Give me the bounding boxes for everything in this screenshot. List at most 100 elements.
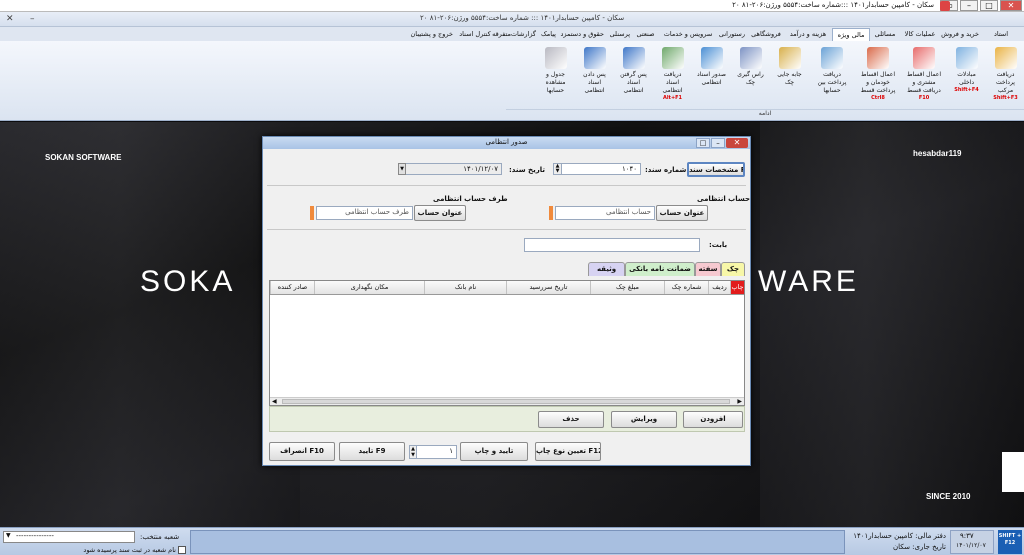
tab-note[interactable]: سفته	[695, 262, 721, 276]
scroll-left-icon[interactable]: ◀	[272, 398, 277, 405]
column-header-6[interactable]: مکان نگهداری	[314, 281, 424, 294]
ribbon-button-shortcut: Alt+F1	[662, 95, 683, 101]
separator	[267, 229, 746, 230]
scroll-thumb[interactable]	[282, 399, 730, 404]
scroll-right-icon[interactable]: ▶	[737, 398, 742, 405]
ribbon-button-icon	[583, 47, 606, 69]
account-field[interactable]: حساب انتظامی	[555, 206, 655, 220]
ribbon-button-icon	[661, 47, 684, 69]
tab-collateral[interactable]: وثیقه	[588, 262, 625, 276]
ribbon-button-icon	[739, 47, 762, 69]
ribbon-button-1[interactable]: مبادلات داخلی Shift+F4	[950, 44, 983, 106]
minimize-icon[interactable]: –	[711, 138, 725, 148]
since-label: SINCE 2010	[926, 492, 971, 501]
ribbon-button-2[interactable]: اعمال اقساط مشتری و دریافت قسط F10	[904, 44, 944, 106]
babat-label: بابت:	[709, 241, 728, 249]
ribbon-button-11[interactable]: جدول و مشاهده حسابها	[539, 44, 572, 106]
branch-checkbox[interactable]	[178, 546, 186, 554]
tab-0[interactable]: استاد	[982, 28, 1020, 41]
counter-account-button[interactable]: عنوان حساب	[414, 205, 466, 221]
ribbon-button-icon	[622, 47, 645, 69]
tab-15[interactable]: کنترل اسناد	[456, 28, 494, 41]
doc-number-field[interactable]: ۱۰۴۰	[553, 163, 641, 175]
maximize-icon[interactable]: □	[980, 0, 998, 11]
ribbon-button-10[interactable]: پس دادن اسناد انتظامی	[578, 44, 611, 106]
tab-12[interactable]: پیامک	[539, 28, 559, 41]
tab-8[interactable]: سرویس و خدمات	[658, 28, 718, 41]
add-button[interactable]: افزودن	[683, 411, 743, 428]
confirm-button[interactable]: تایید F9	[339, 442, 405, 461]
column-header-3[interactable]: مبلغ چک	[590, 281, 664, 294]
close-icon[interactable]: ✕	[1000, 0, 1022, 11]
column-header-2[interactable]: شماره چک	[664, 281, 708, 294]
tab-9[interactable]: صنعتی	[633, 28, 658, 41]
ribbon-button-8[interactable]: دریافت اسناد انتظامی Alt+F1	[656, 44, 689, 106]
tab-check[interactable]: چک	[721, 262, 745, 276]
column-header-7[interactable]: صادر کننده	[270, 281, 314, 294]
ribbon-button-6[interactable]: راس گیری چک	[734, 44, 767, 106]
ribbon-group-label: ادامه	[506, 109, 1024, 120]
tab-3[interactable]: مسائلی	[870, 28, 900, 41]
brand-big-right: WARE	[758, 265, 859, 298]
tab-bank-guarantee[interactable]: ضمانت نامه بانکی	[625, 262, 695, 276]
tab-4[interactable]: مالی ویژه	[832, 28, 870, 41]
ribbon-button-3[interactable]: اعمال اقساط خودمان و پرداخت قسط Ctrl8	[858, 44, 898, 106]
minimize-child-icon[interactable]: –	[30, 14, 35, 24]
delete-button[interactable]: حذف	[538, 411, 604, 428]
doc-number-stepper[interactable]: ▲ ▼	[553, 163, 562, 175]
ribbon-inner-title: سکان - کامپین حسابدار۱۴۰۱ ::: شماره ساخت…	[420, 14, 625, 22]
confirm-print-button[interactable]: تایید و چاپ	[460, 442, 528, 461]
edit-button[interactable]: ویرایش	[611, 411, 677, 428]
tab-5[interactable]: هزینه و درآمد	[784, 28, 832, 41]
close-child-icon[interactable]: ✕	[6, 14, 14, 24]
maximize-icon[interactable]: □	[696, 138, 710, 148]
column-header-0[interactable]: چاپ	[730, 281, 744, 294]
print-type-button[interactable]: تعیین نوع چاپ F12	[535, 442, 601, 461]
shift-key-badge[interactable]: SHIFT + F12	[998, 530, 1022, 554]
ribbon-button-label: پس گرفتن اسناد انتظامی	[620, 71, 647, 94]
tab-6[interactable]: فروشگاهی	[748, 28, 784, 41]
close-icon[interactable]: ✕	[726, 138, 748, 148]
copies-stepper[interactable]: ▲ ▼	[409, 445, 417, 459]
tab-2[interactable]: عملیات کالا	[900, 28, 940, 41]
column-header-4[interactable]: تاریخ سررسید	[506, 281, 590, 294]
column-header-1[interactable]: ردیف	[708, 281, 730, 294]
horizontal-scrollbar[interactable]: ◀ ▶	[270, 397, 744, 405]
ribbon-button-4[interactable]: دریافت پرداخت بین حسابها	[812, 44, 852, 106]
user-name: hesabdar119	[913, 149, 962, 158]
babat-field[interactable]	[524, 238, 700, 252]
cancel-button[interactable]: انصراف F10	[269, 442, 335, 461]
minimize-icon[interactable]: –	[960, 0, 978, 11]
tab-16[interactable]: خروج و پشتیبان	[408, 28, 456, 41]
ribbon-button-icon	[913, 47, 935, 69]
ribbon-button-0[interactable]: دریافت پرداخت مرکب Shift+F3	[989, 44, 1022, 106]
chevron-down-icon[interactable]: ▼	[398, 163, 406, 175]
ribbon-button-5[interactable]: جابه جایی چک	[773, 44, 806, 106]
tab-7[interactable]: رستورانی	[718, 28, 748, 41]
ribbon-tabs: استاد خرید و فروش عملیات کالا مسائلی مالی وی…	[0, 27, 1024, 41]
status-spacer	[190, 530, 845, 554]
tab-10[interactable]: پرسنلی	[607, 28, 633, 41]
account-title-button[interactable]: عنوان حساب	[656, 205, 708, 221]
ribbon-button-icon	[544, 47, 567, 69]
brand-big-left: SOKA	[140, 265, 236, 298]
clock-time: ۹:۳۷	[960, 532, 974, 540]
ribbon-button-label: صدور اسناد انتظامی	[697, 71, 726, 86]
tab-13[interactable]: گزارشات	[511, 28, 539, 41]
tab-14[interactable]: متفرقه	[492, 28, 514, 41]
separator	[267, 185, 746, 186]
building-shape	[0, 122, 300, 527]
account-label: حساب انتظامی	[697, 195, 751, 203]
counter-account-field[interactable]: طرف حساب انتظامی	[316, 206, 413, 220]
column-header-5[interactable]: نام بانک	[424, 281, 506, 294]
ribbon-button-7[interactable]: صدور اسناد انتظامی	[695, 44, 728, 106]
dialog-title: صدور انتظامی	[485, 138, 528, 146]
ribbon-button-9[interactable]: پس گرفتن اسناد انتظامی	[617, 44, 650, 106]
tab-11[interactable]: حقوق و دستمزد	[559, 28, 607, 41]
ribbon-button-icon	[778, 47, 801, 69]
tab-1[interactable]: خرید و فروش	[940, 28, 982, 41]
doc-date-label: تاریخ سند:	[509, 166, 545, 174]
doc-date-field[interactable]: ۱۴۰۱/۱۲/۰۷	[398, 163, 502, 175]
doc-spec-button[interactable]: مشخصات سند F1	[687, 162, 745, 177]
branch-select[interactable]: --------------- ▼	[3, 531, 135, 543]
